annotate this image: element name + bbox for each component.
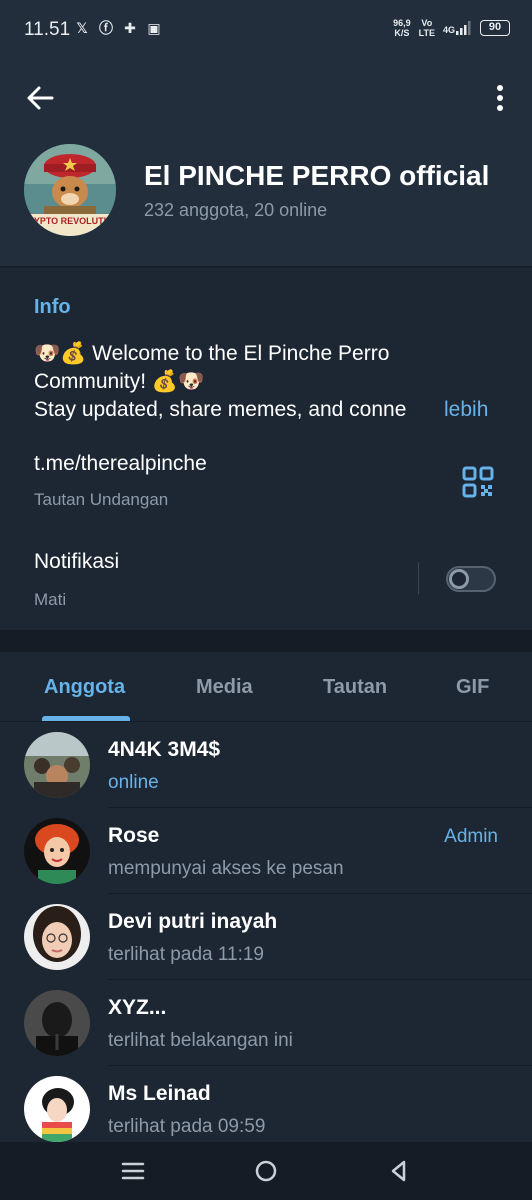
speed-unit: K/S [394, 28, 410, 38]
qr-code-icon [462, 466, 494, 498]
member-photo [24, 990, 90, 1056]
network-speed: 96,9 K/S [393, 18, 411, 38]
tab-media[interactable]: Media [196, 676, 253, 699]
description-line: Community! 💰🐶 [34, 370, 205, 393]
status-right: 96,9 K/S Vo LTE 4G 90 [393, 18, 510, 38]
speed-value: 96,9 [393, 18, 411, 28]
info-section: Info 🐶💰 Welcome to the El Pinche Perro C… [0, 268, 532, 630]
invite-link-label: Tautan Undangan [34, 490, 169, 509]
section-divider [0, 630, 532, 652]
avatar [24, 904, 90, 970]
description-line: Stay updated, share memes, and conne leb… [34, 396, 504, 424]
member-status: mempunyai akses ke pesan [108, 858, 344, 879]
notifications-toggle[interactable] [446, 566, 496, 592]
tab-anggota[interactable]: Anggota [44, 676, 125, 699]
chat-profile-header: YPTO REVOLUTI El PINCHE PERRO official 2… [0, 60, 532, 266]
description-line: 🐶💰 Welcome to the El Pinche Perro [34, 342, 390, 365]
group-title: El PINCHE PERRO official [144, 160, 490, 191]
member-name: Devi putri inayah [108, 910, 278, 933]
more-menu-button[interactable] [490, 80, 510, 116]
group-avatar[interactable]: YPTO REVOLUTI [24, 144, 116, 236]
member-photo [24, 818, 90, 884]
divider [418, 562, 419, 594]
toggle-knob [449, 569, 469, 589]
member-list: 4N4K 3M4$ online Rose mempunyai akses ke… [0, 722, 532, 1142]
back-nav-button[interactable] [384, 1156, 414, 1186]
member-photo [24, 1076, 90, 1142]
tab-bar: Anggota Media Tautan GIF [0, 652, 532, 722]
member-photo [24, 732, 90, 798]
status-time: 11.51 [24, 19, 71, 40]
avatar [24, 1076, 90, 1142]
avatar [24, 990, 90, 1056]
list-item[interactable]: Devi putri inayah terlihat pada 11:19 [0, 894, 532, 980]
avatar-caption: YPTO REVOLUTI [34, 216, 106, 226]
group-description[interactable]: 🐶💰 Welcome to the El Pinche Perro Commun… [34, 340, 504, 424]
notification-icons: 𝕏 ⓕ ✚ ▣ [74, 20, 162, 36]
arrow-left-icon [27, 86, 54, 110]
list-item[interactable]: Ms Leinad terlihat pada 09:59 [0, 1066, 532, 1142]
status-bar: 11.51 𝕏 ⓕ ✚ ▣ 96,9 K/S Vo LTE 4G 90 [0, 0, 532, 60]
recent-apps-button[interactable] [118, 1156, 148, 1186]
avatar [24, 818, 90, 884]
active-tab-indicator [42, 716, 130, 721]
volte-indicator: Vo LTE [419, 18, 435, 38]
member-status: terlihat pada 09:59 [108, 1116, 266, 1137]
member-name: Rose [108, 824, 160, 847]
member-status: online [108, 772, 159, 793]
gamepad-icon: ✚ [124, 20, 136, 36]
back-button[interactable] [22, 80, 58, 116]
triangle-back-icon [391, 1160, 406, 1182]
signal-indicator: 4G [443, 21, 472, 35]
qr-code-button[interactable] [462, 466, 494, 498]
member-status: terlihat pada 11:19 [108, 944, 264, 965]
member-name: 4N4K 3M4$ [108, 738, 221, 761]
signal-icon [456, 21, 471, 35]
battery-icon: 90 [480, 20, 510, 36]
facebook-icon: ⓕ [99, 20, 113, 36]
notifications-label[interactable]: Notifikasi [34, 550, 119, 574]
circle-home-icon [255, 1160, 277, 1182]
lte-label: LTE [418, 28, 435, 38]
member-photo [24, 904, 90, 970]
vo-label: Vo [421, 18, 433, 28]
list-item[interactable]: 4N4K 3M4$ online [0, 722, 532, 808]
group-member-count: 232 anggota, 20 online [144, 200, 328, 220]
admin-badge: Admin [444, 826, 498, 847]
system-navigation-bar [0, 1142, 532, 1200]
menu-lines-icon [121, 1162, 145, 1180]
member-status: terlihat belakangan ini [108, 1030, 293, 1051]
description-truncated: Stay updated, share memes, and conne [34, 398, 407, 421]
home-button[interactable] [251, 1156, 281, 1186]
x-icon: 𝕏 [76, 20, 88, 36]
tab-tautan[interactable]: Tautan [323, 676, 387, 699]
list-item[interactable]: XYZ... terlihat belakangan ini [0, 980, 532, 1066]
shopping-bag-icon: ▣ [147, 20, 161, 36]
list-item[interactable]: Rose mempunyai akses ke pesan Admin [0, 808, 532, 894]
notifications-status: Mati [34, 590, 67, 609]
read-more-link[interactable]: lebih [444, 396, 488, 424]
member-name: XYZ... [108, 996, 167, 1019]
dog-soldier-image: YPTO REVOLUTI [24, 144, 116, 236]
tab-gif[interactable]: GIF [456, 676, 489, 699]
member-name: Ms Leinad [108, 1082, 211, 1105]
avatar [24, 732, 90, 798]
invite-link[interactable]: t.me/therealpinche [34, 452, 207, 476]
network-type: 4G [442, 25, 455, 35]
info-heading: Info [34, 296, 71, 318]
more-vertical-icon [497, 85, 503, 111]
